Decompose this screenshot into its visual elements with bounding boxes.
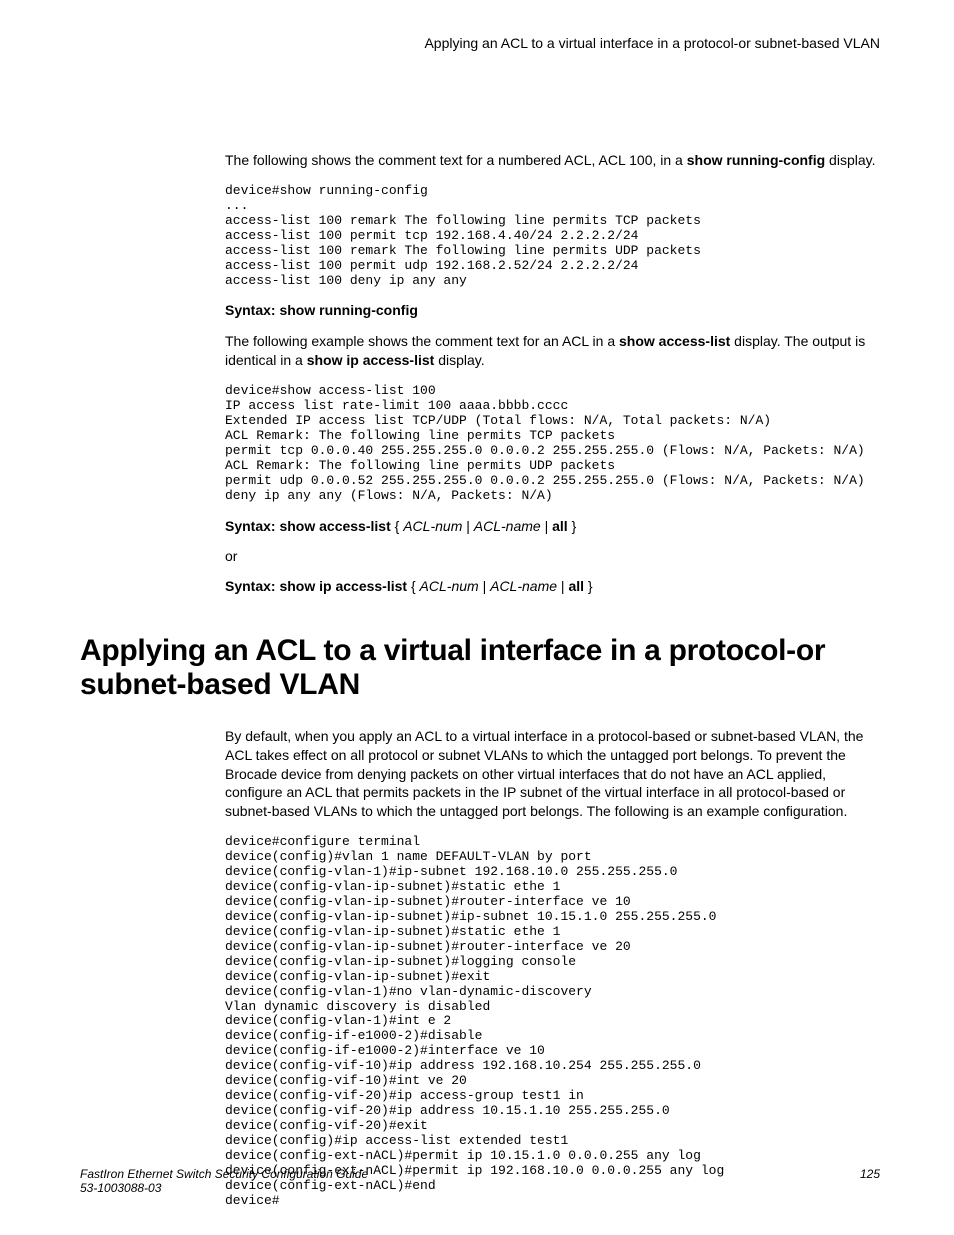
pipe: | <box>557 578 568 594</box>
brace: } <box>584 578 593 594</box>
command-name: show ip access-list <box>307 352 435 368</box>
command-name: show running-config <box>687 152 825 168</box>
footer-page-number: 125 <box>860 1167 880 1181</box>
text: The following shows the comment text for… <box>225 152 687 168</box>
text: The following example shows the comment … <box>225 333 619 349</box>
syntax-prefix: Syntax: show access-list <box>225 518 391 534</box>
code-block-running-config: device#show running-config ... access-li… <box>225 184 880 289</box>
syntax-keyword: all <box>552 518 568 534</box>
section-heading: Applying an ACL to a virtual interface i… <box>80 634 880 703</box>
syntax-line-3: Syntax: show ip access-list { ACL-num | … <box>225 578 880 594</box>
or-separator: or <box>225 548 880 564</box>
command-name: show access-list <box>619 333 730 349</box>
pipe: | <box>541 518 552 534</box>
brace: } <box>568 518 577 534</box>
text: display. <box>434 352 484 368</box>
syntax-arg: ACL-num <box>403 518 462 534</box>
running-header: Applying an ACL to a virtual interface i… <box>80 35 880 51</box>
pipe: | <box>479 578 490 594</box>
section-body-paragraph: By default, when you apply an ACL to a v… <box>225 727 880 821</box>
intro-paragraph-1: The following shows the comment text for… <box>225 151 880 170</box>
body-column-2: By default, when you apply an ACL to a v… <box>225 727 880 1209</box>
brace: { <box>407 578 419 594</box>
page-footer: FastIron Ethernet Switch Security Config… <box>80 1167 880 1195</box>
footer-doc-title: FastIron Ethernet Switch Security Config… <box>80 1167 368 1181</box>
code-block-configuration: device#configure terminal device(config)… <box>225 835 880 1208</box>
syntax-keyword: all <box>568 578 584 594</box>
syntax-arg: ACL-num <box>420 578 479 594</box>
syntax-arg: ACL-name <box>474 518 541 534</box>
footer-left: FastIron Ethernet Switch Security Config… <box>80 1167 368 1195</box>
intro-paragraph-2: The following example shows the comment … <box>225 332 880 370</box>
page-content: Applying an ACL to a virtual interface i… <box>80 35 880 1223</box>
pipe: | <box>462 518 473 534</box>
syntax-arg: ACL-name <box>490 578 557 594</box>
syntax-line-2: Syntax: show access-list { ACL-num | ACL… <box>225 518 880 534</box>
syntax-prefix: Syntax: show ip access-list <box>225 578 407 594</box>
syntax-line-1: Syntax: show running-config <box>225 302 880 318</box>
code-block-access-list: device#show access-list 100 IP access li… <box>225 384 880 504</box>
footer-doc-id: 53-1003088-03 <box>80 1181 161 1195</box>
syntax-text: Syntax: show running-config <box>225 302 418 318</box>
body-column: The following shows the comment text for… <box>225 151 880 594</box>
text: display. <box>825 152 875 168</box>
brace: { <box>391 518 403 534</box>
